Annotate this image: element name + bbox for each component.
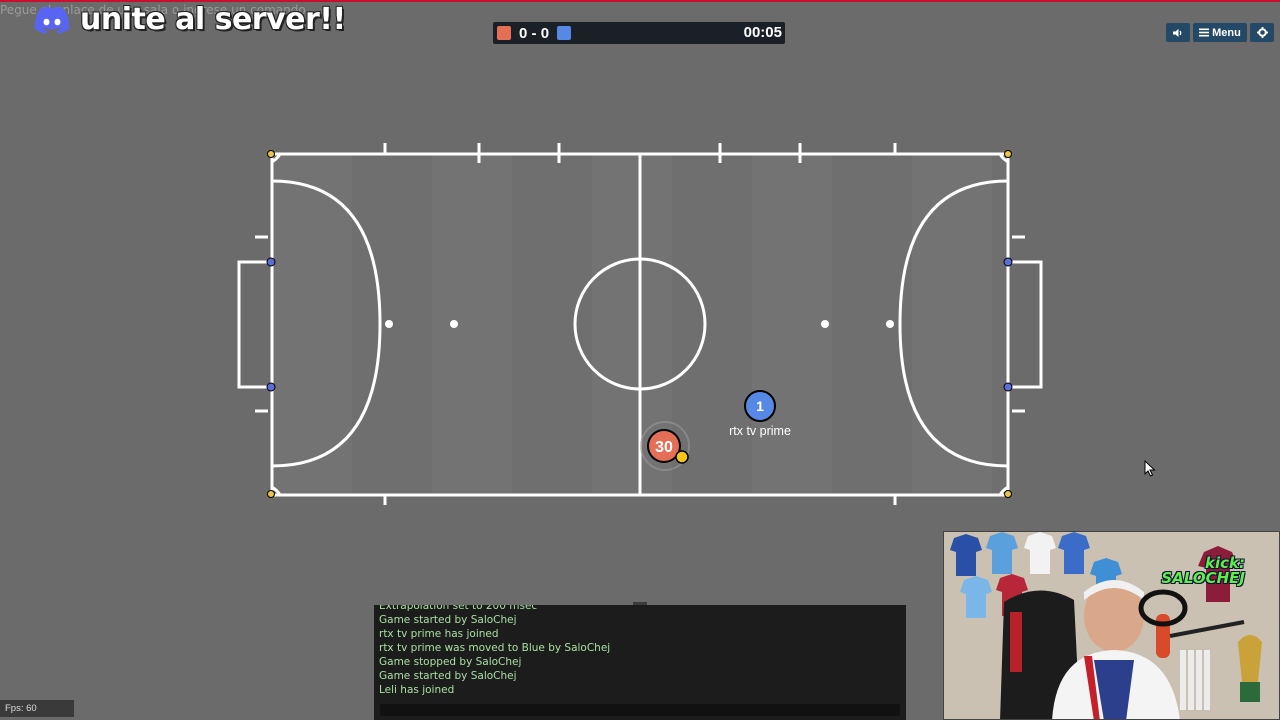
right-goal [1008, 260, 1043, 389]
mouse-cursor-icon [1144, 460, 1156, 477]
kick-channel-tag: kick: SALOCHEJ [1161, 556, 1245, 586]
chat-input[interactable] [380, 704, 900, 716]
fps-counter: Fps: 60 [0, 700, 74, 717]
kick-channel-name: SALOCHEJ [1161, 569, 1245, 587]
chat-panel: Extrapolation set to 200 msec Game start… [374, 605, 906, 720]
blue-player: 1 [744, 390, 776, 422]
blue-player-number: 1 [756, 398, 764, 414]
chat-message: rtx tv prime was moved to Blue by SaloCh… [379, 642, 611, 654]
ball [675, 450, 689, 464]
webcam-overlay: kick: SALOCHEJ [943, 531, 1280, 720]
chat-message: rtx tv prime has joined [379, 628, 499, 640]
red-player-number: 30 [655, 439, 673, 456]
chat-log: Extrapolation set to 200 msec Game start… [374, 605, 610, 697]
chat-message: Game started by SaloChej [379, 670, 517, 682]
chat-message: Leli has joined [379, 684, 455, 696]
left-goal [237, 260, 272, 389]
chat-message: Extrapolation set to 200 msec [379, 605, 538, 612]
blue-player-name: rtx tv prime [729, 424, 791, 438]
chat-message: Game started by SaloChej [379, 614, 517, 626]
chat-message: Game stopped by SaloChej [379, 656, 522, 668]
